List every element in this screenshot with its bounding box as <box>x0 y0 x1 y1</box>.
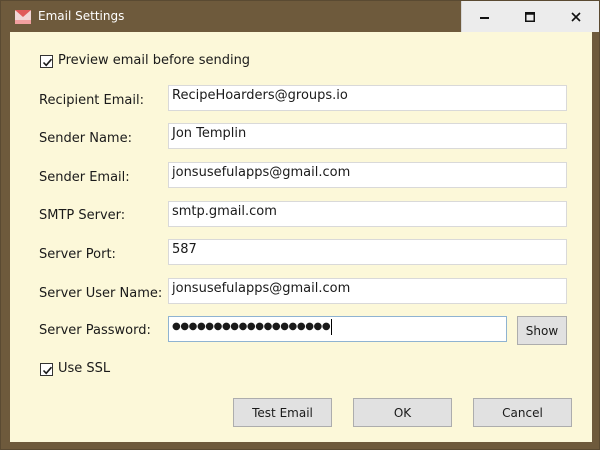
close-button[interactable] <box>553 1 599 32</box>
preview-email-checkbox[interactable]: Preview email before sending <box>40 53 250 69</box>
ok-button[interactable]: OK <box>353 398 452 427</box>
sender-name-label: Sender Name: <box>39 131 132 146</box>
app-icon <box>15 9 31 24</box>
minimize-button[interactable] <box>461 1 507 32</box>
server-password-label: Server Password: <box>39 323 151 338</box>
server-port-label: Server Port: <box>39 247 116 262</box>
email-settings-window: Email Settings Preview email before send… <box>0 0 600 450</box>
title-bar[interactable]: Email Settings <box>1 1 599 32</box>
dialog-client-area: Preview email before sending Recipient E… <box>10 32 592 442</box>
minimize-icon <box>479 16 489 19</box>
cancel-button[interactable]: Cancel <box>473 398 572 427</box>
checkmark-icon <box>42 366 53 374</box>
ssl-checkbox-box[interactable] <box>40 362 53 376</box>
window-title: Email Settings <box>38 9 125 23</box>
maximize-button[interactable] <box>507 1 553 32</box>
password-mask: ●●●●●●●●●●●●●●●●●●● <box>172 321 331 332</box>
test-email-button[interactable]: Test Email <box>233 398 332 427</box>
server-user-name-input[interactable]: jonsusefulapps@gmail.com <box>168 278 567 304</box>
server-user-name-label: Server User Name: <box>39 286 163 301</box>
sender-name-input[interactable]: Jon Templin <box>168 123 567 149</box>
checkmark-icon <box>42 58 53 66</box>
show-password-button[interactable]: Show <box>517 316 567 345</box>
close-icon <box>571 11 581 22</box>
preview-email-label: Preview email before sending <box>58 53 251 68</box>
maximize-icon <box>525 11 535 22</box>
sender-email-input[interactable]: jonsusefulapps@gmail.com <box>168 162 567 188</box>
use-ssl-label: Use SSL <box>58 361 111 376</box>
smtp-server-label: SMTP Server: <box>39 208 126 223</box>
use-ssl-checkbox[interactable]: Use SSL <box>40 361 110 377</box>
server-password-input[interactable]: ●●●●●●●●●●●●●●●●●●● <box>168 316 507 342</box>
preview-checkbox-box[interactable] <box>40 54 53 68</box>
smtp-server-input[interactable]: smtp.gmail.com <box>168 201 567 227</box>
recipient-email-input[interactable]: RecipeHoarders@groups.io <box>168 85 567 111</box>
recipient-email-label: Recipient Email: <box>39 93 144 108</box>
text-caret <box>331 319 333 335</box>
server-port-input[interactable]: 587 <box>168 239 567 265</box>
sender-email-label: Sender Email: <box>39 170 130 185</box>
